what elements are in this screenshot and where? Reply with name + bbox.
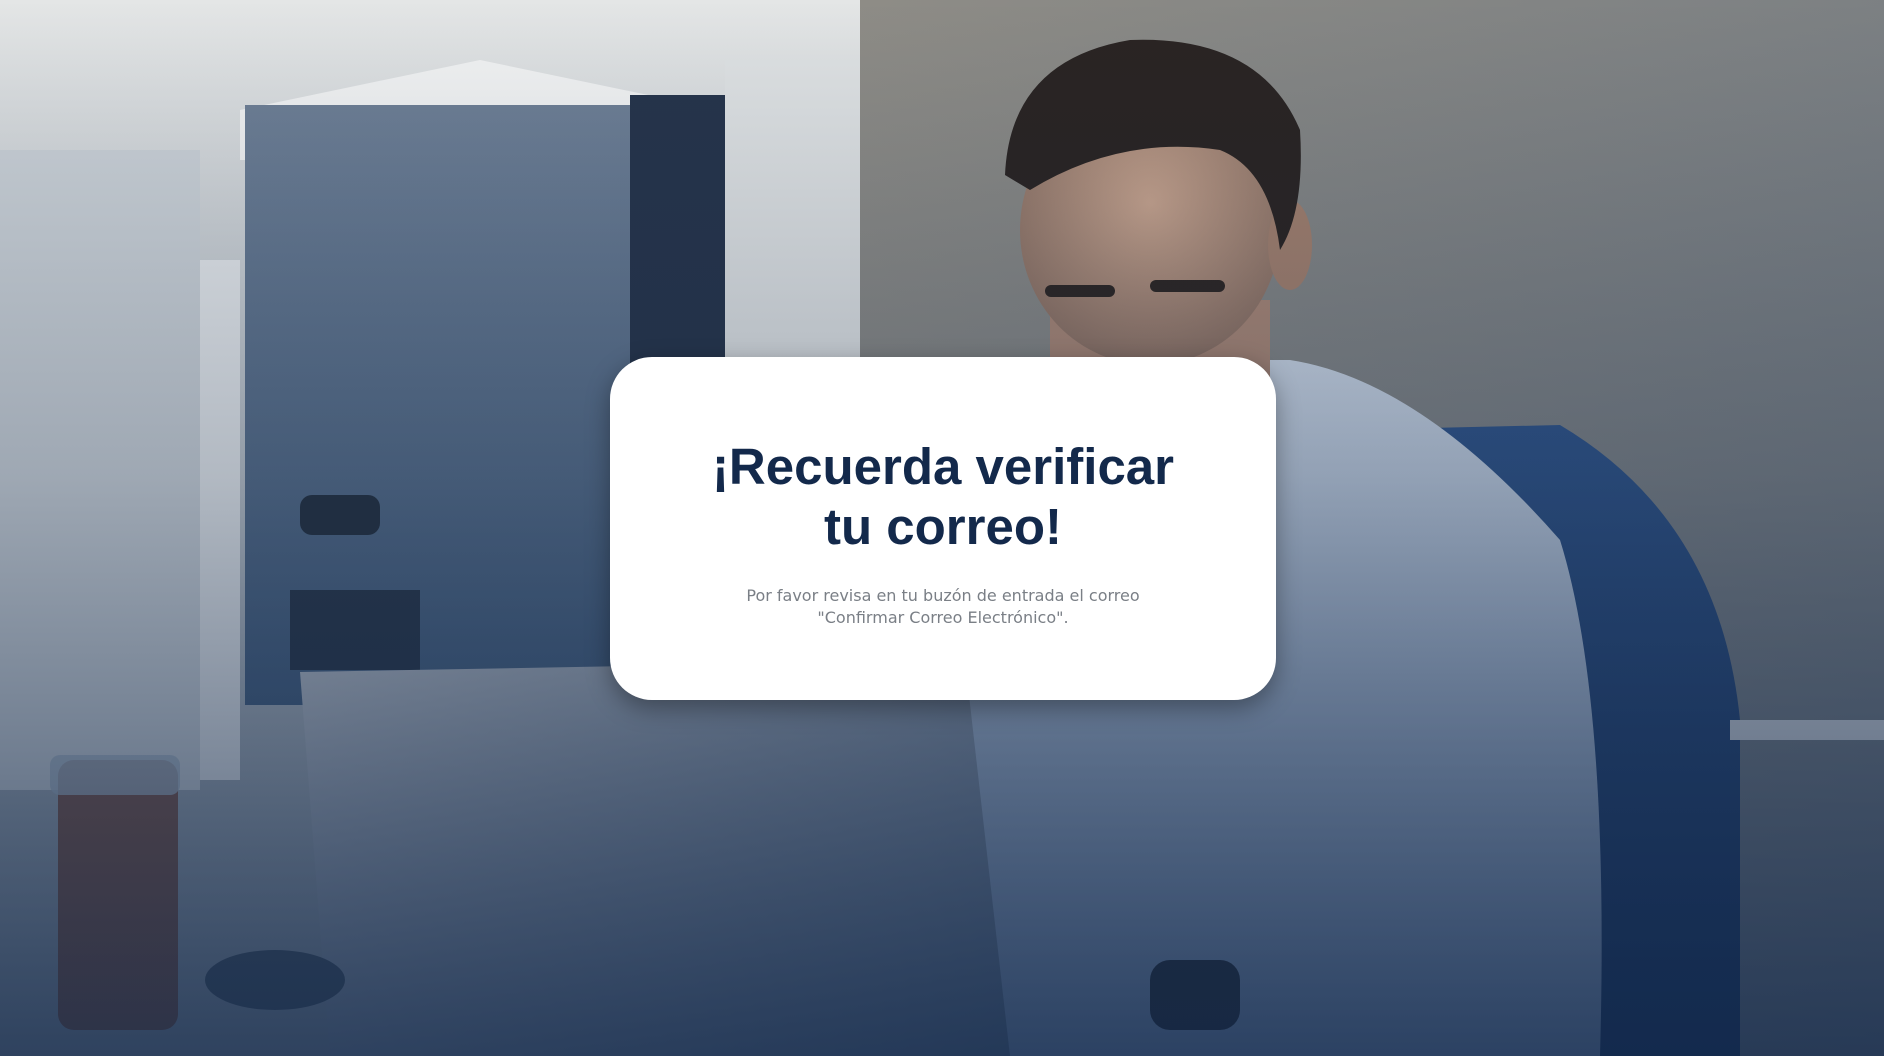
modal-message: Por favor revisa en tu buzón de entrada … [746,586,1140,627]
modal-title: ¡Recuerda verificar tu correo! [711,438,1175,555]
verify-email-modal: ¡Recuerda verificar tu correo! Por favor… [610,357,1276,700]
